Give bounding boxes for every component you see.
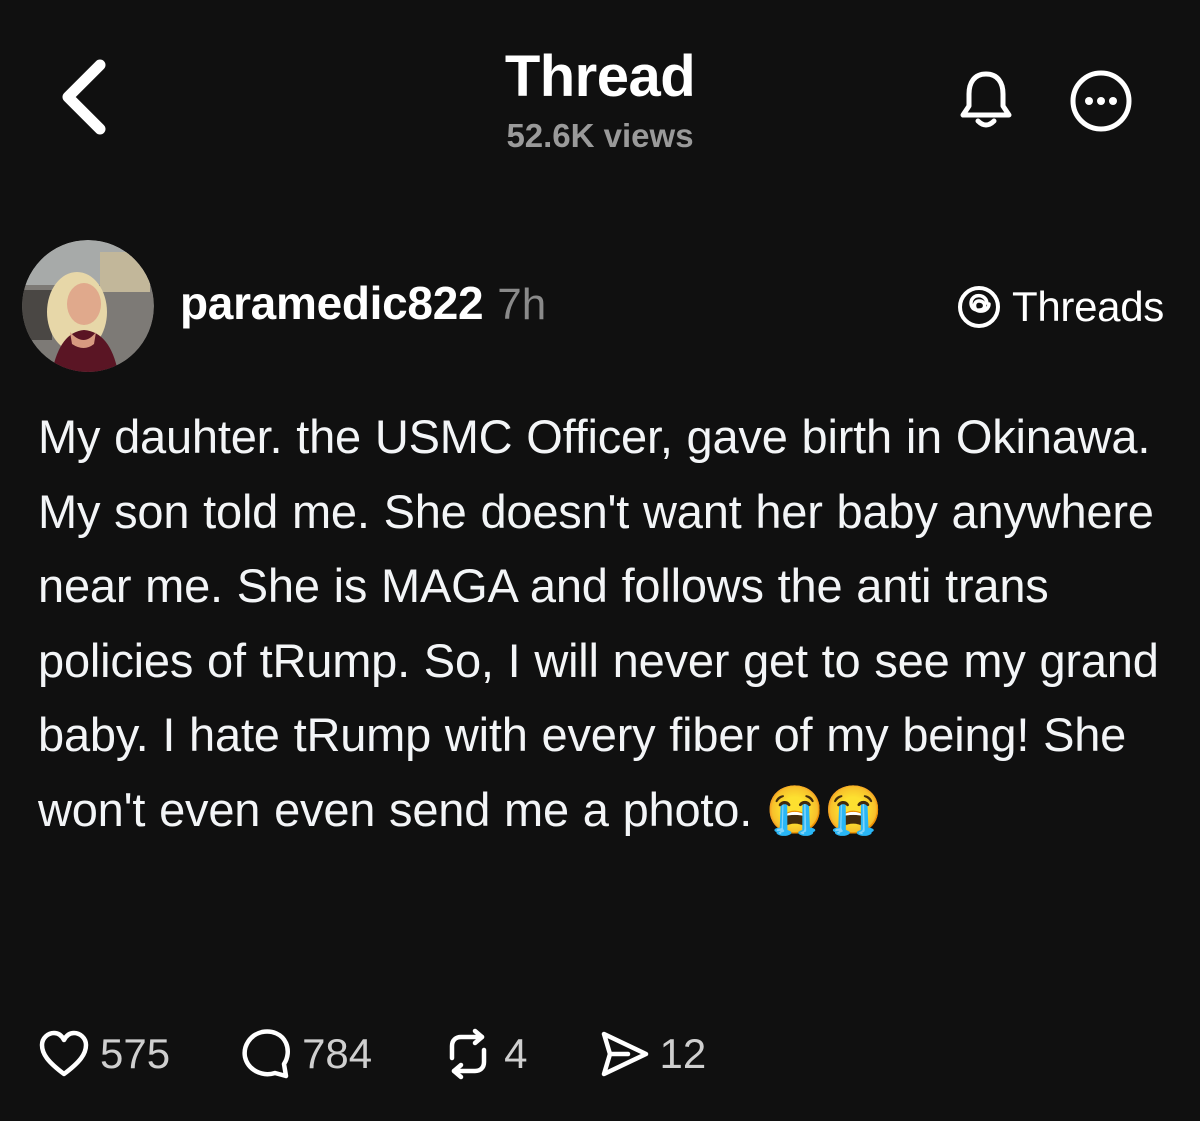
notifications-button[interactable] <box>954 66 1018 134</box>
threads-badge[interactable]: Threads <box>956 280 1164 334</box>
post-actions: 575 784 4 12 <box>38 1022 776 1086</box>
post-meta: paramedic822 7h <box>180 276 546 336</box>
share-button[interactable]: 12 <box>598 1028 707 1080</box>
like-button[interactable]: 575 <box>38 1030 170 1078</box>
avatar-photo <box>22 240 154 372</box>
thread-header: Thread 52.6K views <box>0 0 1200 180</box>
bell-icon <box>960 71 1012 128</box>
more-options-button[interactable] <box>1068 68 1134 134</box>
username[interactable]: paramedic822 <box>180 276 484 330</box>
comment-icon <box>242 1029 291 1079</box>
heart-icon <box>39 1030 89 1077</box>
views-count: 52.6K views <box>506 117 694 154</box>
avatar[interactable] <box>22 240 154 372</box>
share-count: 12 <box>659 1030 707 1077</box>
timestamp: 7h <box>497 280 547 329</box>
repost-count: 4 <box>504 1030 528 1077</box>
threads-logo-icon <box>958 286 1001 328</box>
title-block: Thread 52.6K views <box>300 44 900 156</box>
back-button[interactable] <box>44 52 124 142</box>
send-icon <box>601 1031 648 1077</box>
repost-icon <box>449 1028 487 1080</box>
chevron-left-icon <box>62 59 106 135</box>
post-text: My dauhter. the USMC Officer, gave birth… <box>38 410 1159 836</box>
repost-button[interactable]: 4 <box>442 1028 528 1080</box>
reply-count: 784 <box>302 1030 373 1077</box>
reply-button[interactable]: 784 <box>240 1028 372 1080</box>
more-icon <box>1070 70 1132 132</box>
page-title: Thread <box>504 44 696 109</box>
threads-badge-label: Threads <box>1012 283 1164 330</box>
like-count: 575 <box>100 1030 171 1077</box>
